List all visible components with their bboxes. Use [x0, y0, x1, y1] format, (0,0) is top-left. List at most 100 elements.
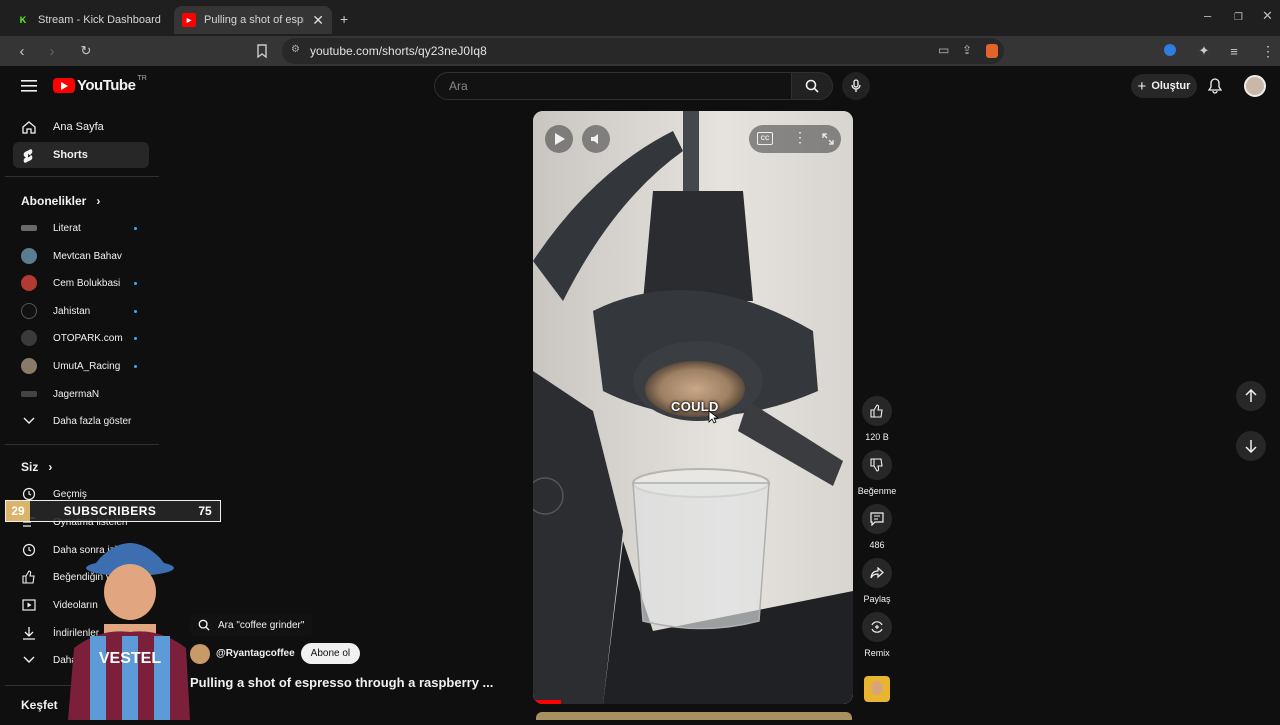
tab-title: Pulling a shot of espresso t [204, 14, 304, 26]
thumb-up-icon [21, 569, 37, 585]
hamburger-menu-icon[interactable] [21, 79, 37, 98]
you-title: Siz [21, 460, 39, 474]
close-window-icon[interactable]: ✕ [1262, 8, 1273, 24]
channel-avatar [21, 275, 37, 291]
sidebar-item-otopark[interactable]: OTOPARK.com [13, 325, 149, 351]
new-content-dot [134, 336, 137, 340]
search-button[interactable] [791, 72, 833, 100]
search-placeholder: Ara [449, 79, 468, 93]
like-count: 120 B [865, 432, 889, 442]
new-content-dot [134, 281, 137, 285]
channel-avatar [21, 330, 37, 346]
remix-label: Remix [864, 648, 890, 658]
shorts-video-player[interactable]: CC ⋮ COULD [533, 111, 853, 704]
new-content-dot [134, 226, 137, 230]
download-icon [21, 625, 37, 641]
svg-text:VESTEL: VESTEL [99, 650, 161, 667]
extension-icon[interactable] [1164, 44, 1176, 56]
previous-short-button[interactable] [1236, 381, 1266, 411]
shorts-icon [21, 147, 37, 163]
play-button[interactable] [545, 125, 573, 153]
cast-icon[interactable]: ▭ [938, 43, 949, 57]
subscriptions-heading[interactable]: Abonelikler › [21, 194, 100, 208]
sidebar-item-mevtcan[interactable]: Mevtcan Bahav [13, 243, 149, 269]
dislike-button[interactable] [862, 450, 892, 480]
bookmark-icon[interactable] [252, 41, 272, 61]
thumb-down-icon [870, 458, 883, 472]
new-content-dot [134, 309, 137, 313]
sidebar-item-home[interactable]: Ana Sayfa [13, 114, 149, 140]
reload-icon[interactable]: ↻ [76, 41, 96, 61]
tab-youtube-short[interactable]: ▶ Pulling a shot of espresso t ✕ [174, 6, 332, 34]
chevron-down-icon [21, 652, 37, 668]
subscribe-button[interactable]: Abone ol [300, 643, 361, 664]
channel-name: Cem Bolukbasi [53, 277, 121, 289]
media-list-icon[interactable]: ≡ [1224, 41, 1244, 61]
remix-button[interactable] [862, 612, 892, 642]
extensions-puzzle-icon[interactable]: ✦ [1194, 41, 1214, 61]
search-input[interactable]: Ara [434, 72, 792, 100]
youtube-header: YouTube TR Ara + Oluştur [0, 66, 1280, 106]
like-button[interactable] [862, 396, 892, 426]
next-short-button[interactable] [1236, 431, 1266, 461]
sidebar-item-jahistan[interactable]: Jahistan [13, 298, 149, 324]
youtube-play-logo-icon [53, 78, 75, 93]
forward-icon[interactable]: › [42, 41, 62, 61]
arrow-down-icon [1245, 440, 1257, 453]
tab-title: Stream - Kick Dashboard [38, 14, 161, 26]
sidebar-item-jagerman[interactable]: JagermaN [13, 381, 149, 407]
notifications-bell-icon[interactable] [1207, 78, 1223, 99]
sidebar-item-shorts[interactable]: Shorts [13, 142, 149, 168]
channel-name: UmutA_Racing [53, 360, 121, 372]
avatar[interactable] [1244, 75, 1266, 97]
url-text: youtube.com/shorts/qy23neJ0Iq8 [310, 44, 487, 58]
channel-avatar [21, 248, 37, 264]
you-heading[interactable]: Siz › [21, 460, 52, 474]
channel-avatar[interactable] [190, 643, 210, 664]
comments-button[interactable] [862, 504, 892, 534]
tab-kick-dashboard[interactable]: K Stream - Kick Dashboard [8, 6, 172, 34]
back-icon[interactable]: ‹ [12, 41, 32, 61]
captions-icon[interactable]: CC [757, 132, 773, 145]
short-title[interactable]: Pulling a shot of espresso through a ras… [190, 675, 493, 690]
channel-thumbnail[interactable] [864, 676, 890, 702]
sidebar-item-cem-bolukbasi[interactable]: Cem Bolukbasi [13, 270, 149, 296]
fullscreen-icon[interactable] [822, 132, 834, 150]
clock-icon [21, 542, 37, 558]
channel-name: OTOPARK.com [53, 332, 123, 344]
mute-button[interactable] [582, 125, 610, 153]
brave-shield-icon[interactable] [986, 44, 998, 58]
related-search-chip[interactable]: Ara "coffee grinder" [190, 614, 313, 636]
explore-heading: Keşfet [21, 698, 58, 712]
address-bar[interactable]: ⚙ youtube.com/shorts/qy23neJ0Iq8 ▭ ⇪ [282, 38, 1004, 64]
region-code: TR [137, 75, 147, 82]
comment-icon [870, 512, 884, 526]
sidebar-item-literat[interactable]: Literat [13, 215, 149, 241]
subscriber-goal-label: SUBSCRIBERS [30, 501, 190, 521]
share-button[interactable] [862, 558, 892, 588]
plus-icon: + [1137, 77, 1147, 95]
restore-icon[interactable]: ❐ [1234, 12, 1243, 23]
channel-handle[interactable]: @Ryantagcoffee [216, 648, 295, 659]
remix-icon [871, 621, 883, 633]
microphone-icon [851, 79, 861, 92]
new-tab-icon[interactable]: + [340, 11, 348, 27]
close-tab-icon[interactable]: ✕ [312, 12, 324, 29]
voice-search-button[interactable] [842, 72, 870, 100]
sidebar-show-more[interactable]: Daha fazla göster [13, 408, 149, 434]
browser-menu-icon[interactable]: ⋮ [1258, 41, 1278, 61]
browser-toolbar: ‹ › ↻ ⚙ youtube.com/shorts/qy23neJ0Iq8 ▭… [0, 36, 1280, 66]
site-settings-icon[interactable]: ⚙ [291, 44, 300, 55]
dislike-label: Beğenme [857, 486, 897, 496]
create-button[interactable]: + Oluştur [1131, 74, 1197, 98]
minimize-icon[interactable]: – [1204, 8, 1211, 23]
youtube-logo[interactable]: YouTube TR [53, 75, 147, 94]
video-icon [21, 597, 37, 613]
share-page-icon[interactable]: ⇪ [962, 43, 972, 57]
volume-icon [591, 134, 598, 144]
sidebar-item-label: Shorts [53, 149, 88, 161]
channel-avatar [21, 391, 37, 397]
sidebar-item-umuta-racing[interactable]: UmutA_Racing [13, 353, 149, 379]
more-options-icon[interactable]: ⋮ [793, 129, 807, 146]
next-short-preview[interactable] [536, 712, 852, 720]
